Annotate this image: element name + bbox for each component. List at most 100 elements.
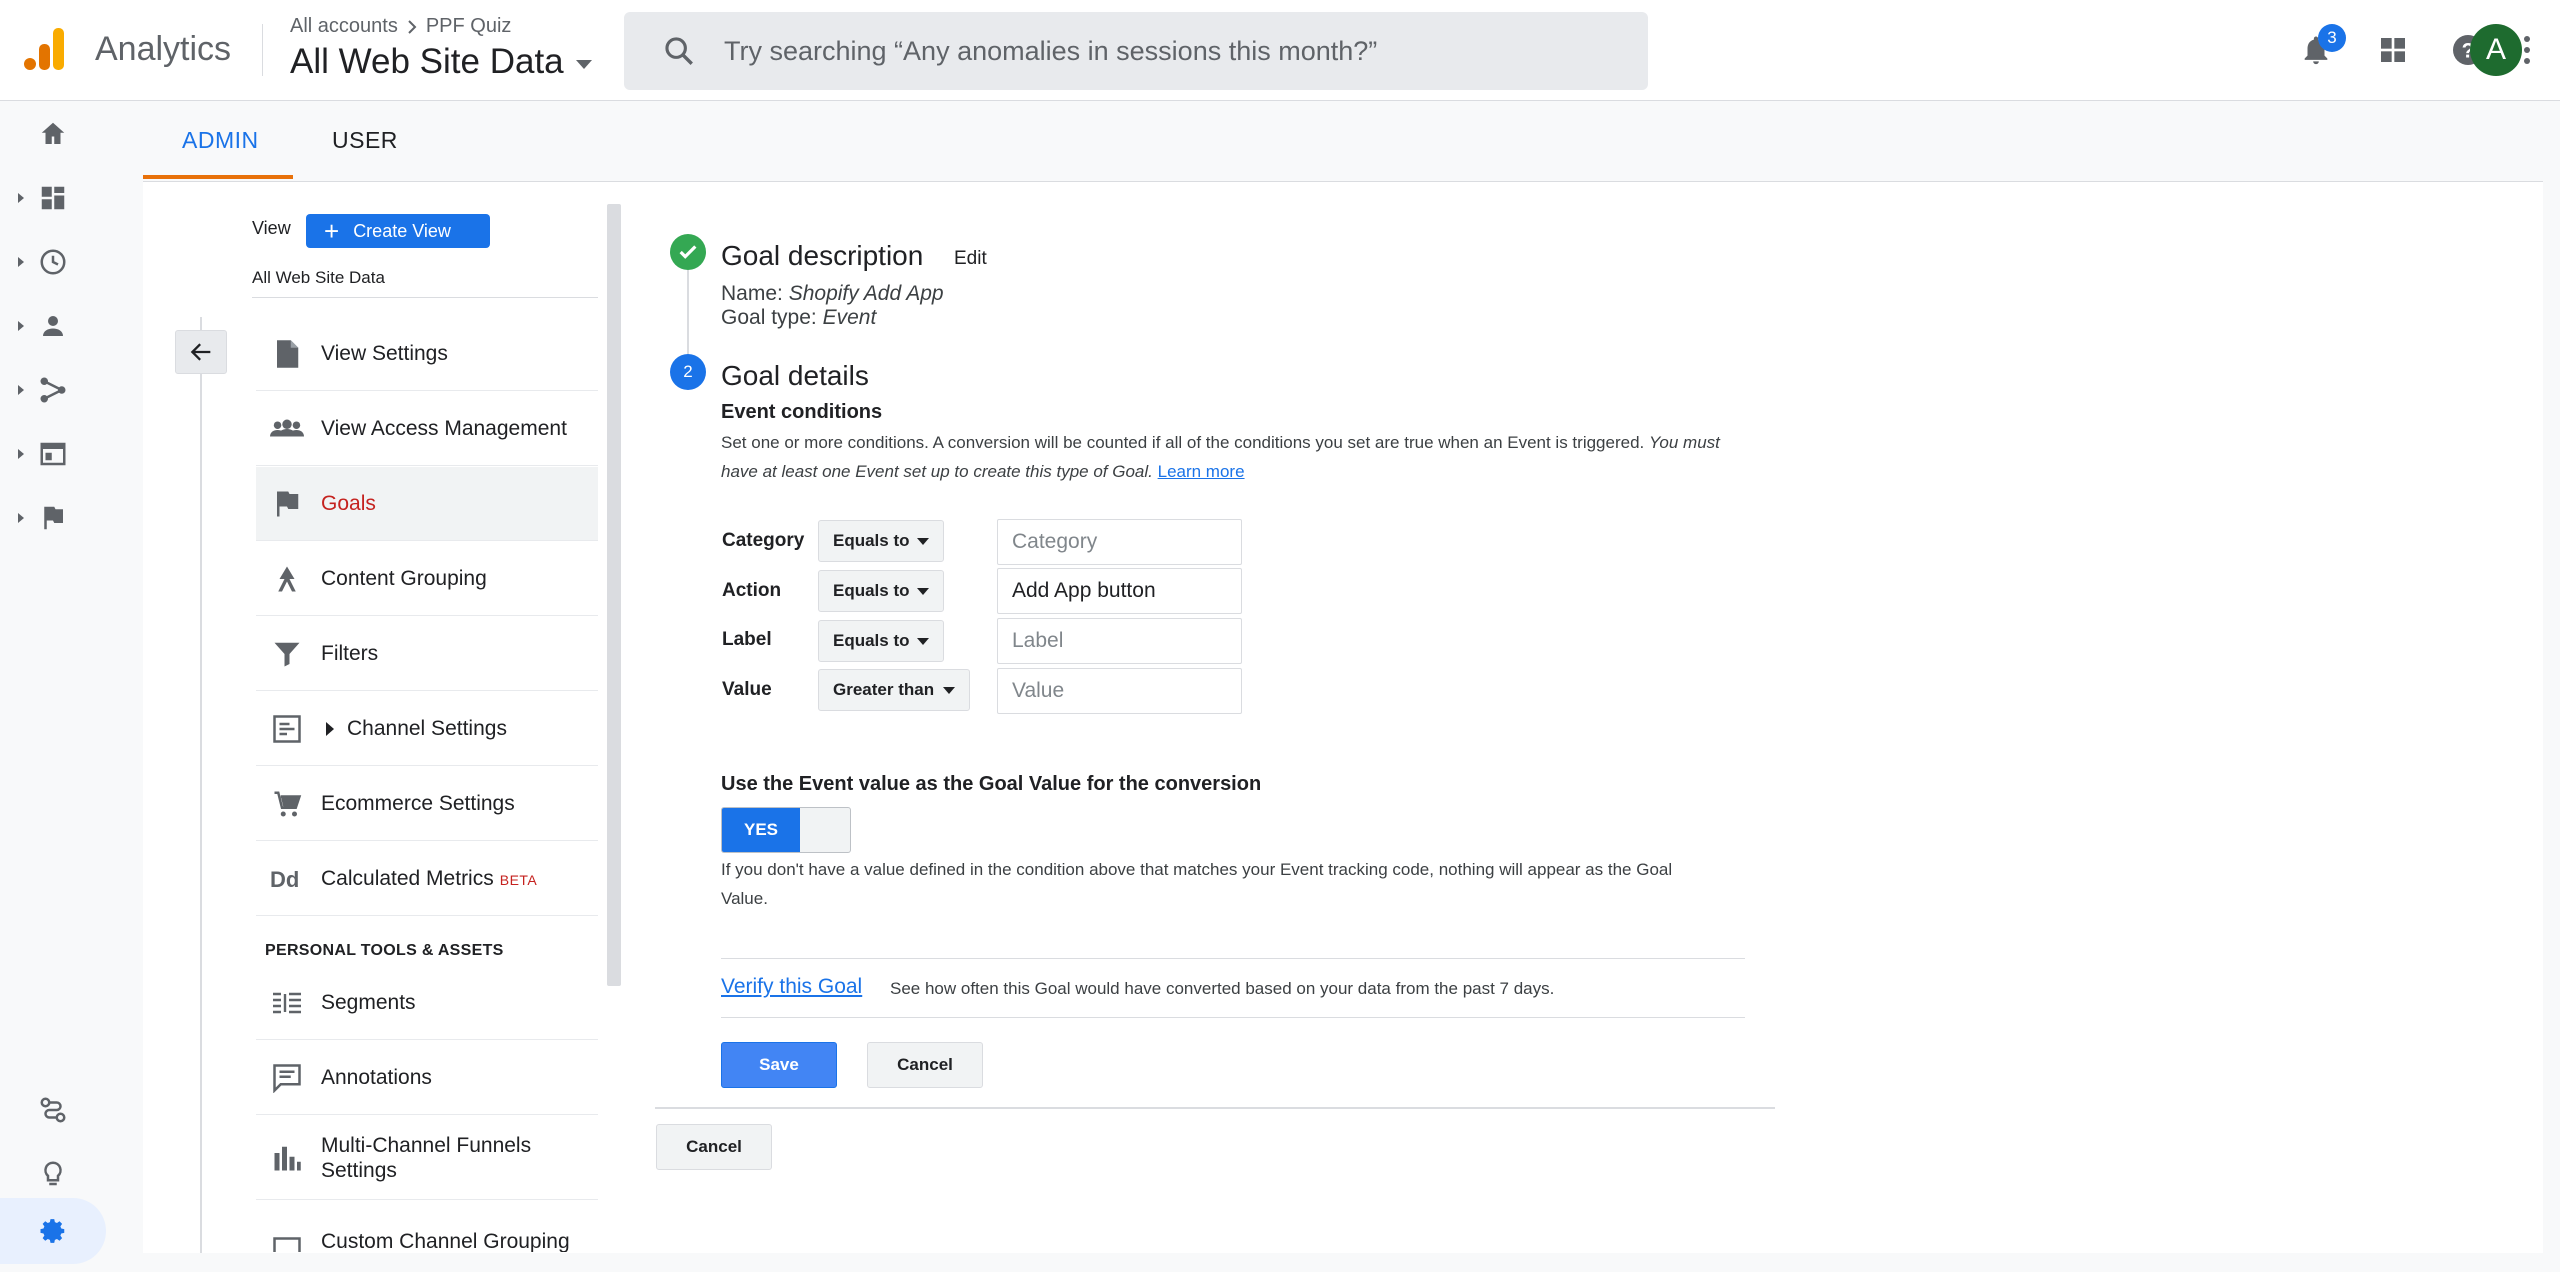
menu-item-segments[interactable]: Segments — [256, 966, 598, 1040]
dropdown-arrow-icon — [917, 538, 929, 545]
create-view-button[interactable]: + Create View — [306, 214, 490, 248]
person-icon — [43, 316, 63, 336]
search-bar[interactable] — [624, 12, 1648, 90]
channel-settings-icon — [270, 712, 304, 746]
tab-admin[interactable]: ADMIN — [182, 127, 259, 154]
annotation-icon — [270, 1061, 304, 1095]
admin-user-tabs: ADMIN USER — [143, 101, 2543, 181]
edit-goal-description-link[interactable]: Edit — [954, 248, 987, 270]
dropdown-arrow-icon — [943, 687, 955, 694]
menu-item-custom-channel-grouping[interactable]: Custom Channel Grouping — [256, 1200, 598, 1252]
nav-behavior[interactable] — [0, 426, 106, 482]
bar-chart-icon — [270, 1141, 304, 1175]
account-avatar-button[interactable]: A — [2470, 24, 2522, 76]
goal-description-heading: Goal description — [721, 240, 924, 271]
cancel-button[interactable]: Cancel — [867, 1042, 983, 1088]
condition-input-category[interactable] — [997, 519, 1242, 565]
segments-icon — [270, 986, 304, 1020]
document-icon — [270, 337, 304, 371]
people-icon — [270, 412, 304, 446]
content-grouping-icon — [270, 562, 304, 596]
verify-divider-top — [721, 958, 1745, 959]
breadcrumb[interactable]: All accounts PPF Quiz — [290, 15, 511, 38]
cancel-goal-setup-button[interactable]: Cancel — [656, 1124, 772, 1170]
menu-item-content-grouping[interactable]: Content Grouping — [256, 542, 598, 616]
back-button[interactable] — [175, 330, 227, 374]
menu-item-calculated-metrics[interactable]: Dd Calculated Metrics BETA — [256, 842, 598, 916]
condition-label-label: Label — [722, 629, 772, 650]
nav-attribution[interactable] — [0, 1082, 106, 1138]
arrow-back-icon — [190, 343, 211, 361]
nav-conversions[interactable] — [0, 490, 106, 546]
use-event-value-toggle[interactable]: YES — [721, 807, 851, 853]
verify-divider-bottom — [721, 1017, 1745, 1018]
expand-arrow-icon[interactable] — [326, 721, 334, 736]
expand-arrow-icon — [18, 385, 24, 395]
verify-goal-link[interactable]: Verify this Goal — [721, 975, 862, 999]
menu-item-view-access-management[interactable]: View Access Management — [256, 392, 598, 466]
nav-discover[interactable] — [0, 1146, 106, 1202]
operator-value: Equals to — [833, 631, 910, 650]
menu-item-label: Custom Channel Grouping — [321, 1230, 570, 1252]
analytics-logo-icon[interactable] — [22, 26, 68, 72]
goal-form-divider — [655, 1107, 1775, 1109]
condition-input-action[interactable] — [997, 568, 1242, 614]
plus-icon: + — [324, 216, 340, 246]
view-selector[interactable]: All Web Site Data — [290, 42, 592, 82]
admin-column-scrollbar[interactable] — [607, 204, 621, 986]
avatar: A — [2470, 24, 2522, 76]
nav-admin[interactable] — [0, 1203, 106, 1259]
calculated-metrics-icon: Dd — [270, 862, 304, 896]
condition-operator-action[interactable]: Equals to — [818, 570, 944, 612]
menu-item-ecommerce-settings[interactable]: Ecommerce Settings — [256, 767, 598, 841]
breadcrumb-property[interactable]: PPF Quiz — [426, 15, 512, 38]
view-name-divider — [252, 297, 598, 298]
create-view-label: Create View — [353, 220, 451, 241]
menu-item-annotations[interactable]: Annotations — [256, 1041, 598, 1115]
operator-value: Equals to — [833, 581, 910, 600]
event-conditions-help: Set one or more conditions. A conversion… — [721, 428, 1721, 486]
funnel-icon — [270, 637, 304, 671]
step-number-badge: 2 — [670, 354, 706, 390]
check-icon — [679, 245, 697, 259]
nav-realtime[interactable] — [0, 234, 106, 290]
section-title-personal-tools: PERSONAL TOOLS & ASSETS — [265, 942, 504, 959]
menu-item-multi-channel-funnels-settings[interactable]: Multi-Channel Funnels Settings — [256, 1116, 598, 1200]
menu-item-view-settings[interactable]: View Settings — [256, 317, 598, 391]
tab-user[interactable]: USER — [332, 127, 398, 154]
condition-input-value[interactable] — [997, 668, 1242, 714]
chevron-right-icon — [408, 19, 417, 34]
menu-item-label: Annotations — [321, 1065, 432, 1089]
goal-type-line: Goal type: Event — [721, 306, 876, 330]
top-bar: Analytics All accounts PPF Quiz All Web … — [0, 0, 2560, 101]
nav-home[interactable] — [0, 106, 106, 162]
goal-name-line: Name: Shopify Add App — [721, 282, 944, 306]
nav-acquisition[interactable] — [0, 362, 106, 418]
goal-type-value: Event — [822, 306, 877, 329]
view-name[interactable]: All Web Site Data — [252, 268, 385, 288]
learn-more-link[interactable]: Learn more — [1158, 462, 1245, 481]
search-input[interactable] — [724, 35, 1624, 67]
menu-item-channel-settings[interactable]: Channel Settings — [256, 692, 598, 766]
goal-name-label: Name: — [721, 282, 783, 305]
notifications-button[interactable]: 3 — [2288, 22, 2346, 78]
menu-item-filters[interactable]: Filters — [256, 617, 598, 691]
search-icon — [665, 37, 693, 65]
flag-icon — [270, 487, 304, 521]
nav-customization[interactable] — [0, 170, 106, 226]
view-title: All Web Site Data — [290, 42, 564, 81]
breadcrumb-account[interactable]: All accounts — [290, 15, 398, 38]
condition-operator-value[interactable]: Greater than — [818, 669, 970, 711]
operator-value: Greater than — [833, 680, 935, 699]
condition-operator-category[interactable]: Equals to — [818, 520, 944, 562]
menu-item-label: Content Grouping — [321, 566, 487, 590]
nav-audience[interactable] — [0, 298, 106, 354]
save-button[interactable]: Save — [721, 1042, 837, 1088]
apps-button[interactable] — [2365, 22, 2421, 78]
left-nav-rail — [0, 101, 106, 1272]
svg-text:Dd: Dd — [270, 867, 299, 891]
menu-item-goals[interactable]: Goals — [256, 467, 598, 541]
condition-input-label[interactable] — [997, 618, 1242, 664]
condition-operator-label[interactable]: Equals to — [818, 620, 944, 662]
menu-item-label: Ecommerce Settings — [321, 791, 515, 815]
